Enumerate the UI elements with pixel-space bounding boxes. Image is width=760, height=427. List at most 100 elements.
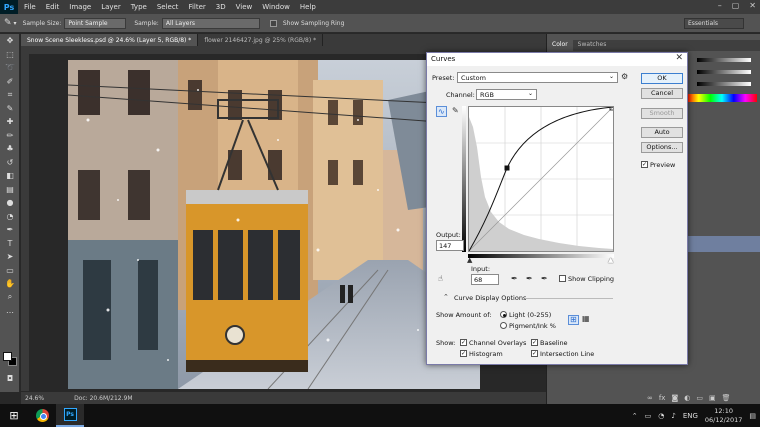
menu-3d[interactable]: 3D [216,3,226,11]
targeted-adjustment-icon[interactable]: ☝ [438,274,443,283]
workspace-select[interactable]: Essentials [684,18,744,29]
zoom-tool-icon[interactable]: ⌕ [0,291,20,305]
menu-edit[interactable]: Edit [46,3,60,11]
menu-filter[interactable]: Filter [188,3,205,11]
volume-icon[interactable]: ♪ [671,412,675,420]
preset-options-gear-icon[interactable]: ⚙ [621,72,628,81]
menu-view[interactable]: View [236,3,253,11]
marquee-tool-icon[interactable]: ⬚ [0,48,20,62]
blur-tool-icon[interactable]: ● [0,196,20,210]
pen-tool-icon[interactable]: ✒ [0,223,20,237]
detailed-grid-icon[interactable]: ▦ [582,315,590,323]
clock[interactable]: 12:10 06/12/2017 [705,407,742,425]
output-field[interactable]: 147 [436,240,464,251]
windows-start-icon[interactable]: ⊞ [0,404,28,427]
ok-button[interactable]: OK [641,73,683,84]
new-group-icon[interactable]: ▭ [696,394,703,402]
channel-select[interactable]: RGB ⌄ [476,89,537,100]
smooth-button[interactable]: Smooth [641,108,683,119]
color-slider-b[interactable] [697,82,751,86]
close-icon[interactable]: ✕ [675,53,683,63]
auto-button[interactable]: Auto [641,127,683,138]
fx-icon[interactable]: fx [659,394,666,402]
more-tools-icon[interactable]: … [0,304,20,318]
network-icon[interactable]: ◔ [658,412,664,420]
tool-preset-chevron-icon[interactable]: ▾ [14,20,17,27]
minimize-icon[interactable]: – [718,1,722,10]
preview-checkbox[interactable]: ✓ [641,161,648,168]
menu-layer[interactable]: Layer [101,3,121,11]
menu-window[interactable]: Window [262,3,290,11]
sampling-ring-checkbox[interactable] [269,19,277,27]
white-eyedropper-icon[interactable]: ✒ [541,274,548,283]
display-options-label[interactable]: Curve Display Options [454,294,526,302]
quick-mask-icon[interactable]: ◘ [0,372,20,386]
curve-graph[interactable] [468,105,615,252]
maximize-icon[interactable]: ▢ [732,1,740,10]
menu-select[interactable]: Select [157,3,179,11]
channel-overlays-checkbox[interactable]: ✓ [460,339,467,346]
input-field[interactable]: 68 [471,274,499,285]
cancel-button[interactable]: Cancel [641,88,683,99]
path-select-tool-icon[interactable]: ➤ [0,250,20,264]
battery-icon[interactable]: ▭ [645,412,652,420]
hand-tool-icon[interactable]: ✋ [0,277,20,291]
type-tool-icon[interactable]: T [0,237,20,251]
close-icon[interactable]: ✕ [749,1,756,10]
lasso-tool-icon[interactable]: ➰ [0,61,20,75]
chrome-taskbar-button[interactable] [28,404,56,427]
stamp-tool-icon[interactable]: ♣ [0,142,20,156]
tab-snow-scene[interactable]: Snow Scene Sleekless.psd @ 24.6% (Layer … [21,34,199,46]
document-image[interactable] [68,60,480,389]
options-button[interactable]: Options... [641,142,683,153]
tray-chevron-icon[interactable]: ⌃ [632,412,638,420]
sample-select[interactable]: All Layers [161,17,260,29]
zoom-level[interactable]: 24.6% [25,395,44,402]
menu-file[interactable]: File [24,3,36,11]
menu-type[interactable]: Type [131,3,147,11]
new-layer-icon[interactable]: ▣ [709,394,716,402]
pencil-draw-icon[interactable]: ✎ [452,106,459,115]
language-indicator[interactable]: ENG [683,412,698,420]
add-mask-icon[interactable]: ◙ [671,394,678,402]
color-spectrum[interactable] [687,94,757,102]
quick-select-tool-icon[interactable]: ✐ [0,75,20,89]
eraser-tool-icon[interactable]: ◧ [0,169,20,183]
history-brush-tool-icon[interactable]: ↺ [0,156,20,170]
link-layers-icon[interactable]: ∞ [647,394,653,402]
curve-edit-points-icon[interactable]: ∿ [436,106,447,117]
collapse-chevron-icon[interactable]: ⌃ [443,293,449,301]
selected-layer-row[interactable] [687,236,760,252]
tab-swatches[interactable]: Swatches [573,40,612,51]
move-tool-icon[interactable]: ✥ [0,34,20,48]
simple-grid-icon[interactable]: ⊞ [568,315,579,325]
eyedropper-tool-icon[interactable]: ✎ [0,102,20,116]
trash-icon[interactable]: 🗑 [722,394,731,402]
healing-tool-icon[interactable]: ✚ [0,115,20,129]
color-slider-r[interactable] [697,58,751,62]
photoshop-taskbar-button[interactable]: Ps [56,404,84,427]
dodge-tool-icon[interactable]: ◔ [0,210,20,224]
preset-select[interactable]: Custom ⌄ [457,72,618,83]
shape-tool-icon[interactable]: ▭ [0,264,20,278]
color-swatches[interactable] [3,352,17,366]
tab-color[interactable]: Color [547,40,573,51]
foreground-color-swatch[interactable] [3,352,12,361]
show-clipping-checkbox[interactable] [559,275,566,282]
crop-tool-icon[interactable]: ⌗ [0,88,20,102]
color-slider-g[interactable] [697,70,751,74]
light-radio[interactable] [500,311,507,318]
menu-help[interactable]: Help [300,3,316,11]
curve-control-point[interactable] [504,165,510,171]
intersection-line-checkbox[interactable]: ✓ [531,350,538,357]
sample-size-select[interactable]: Point Sample [64,17,127,29]
eyedropper-tool-icon[interactable]: ✎ [4,18,12,28]
tab-flower[interactable]: flower 2146427.jpg @ 25% (RGB/8) * [198,34,324,46]
gray-eyedropper-icon[interactable]: ✒ [526,274,533,283]
black-point-slider-icon[interactable]: ▲ [467,256,472,264]
adjustment-layer-icon[interactable]: ◐ [684,394,690,402]
black-eyedropper-icon[interactable]: ✒ [511,274,518,283]
notifications-icon[interactable]: ▤ [749,412,756,420]
histogram-checkbox[interactable]: ✓ [460,350,467,357]
pigment-radio[interactable] [500,322,507,329]
